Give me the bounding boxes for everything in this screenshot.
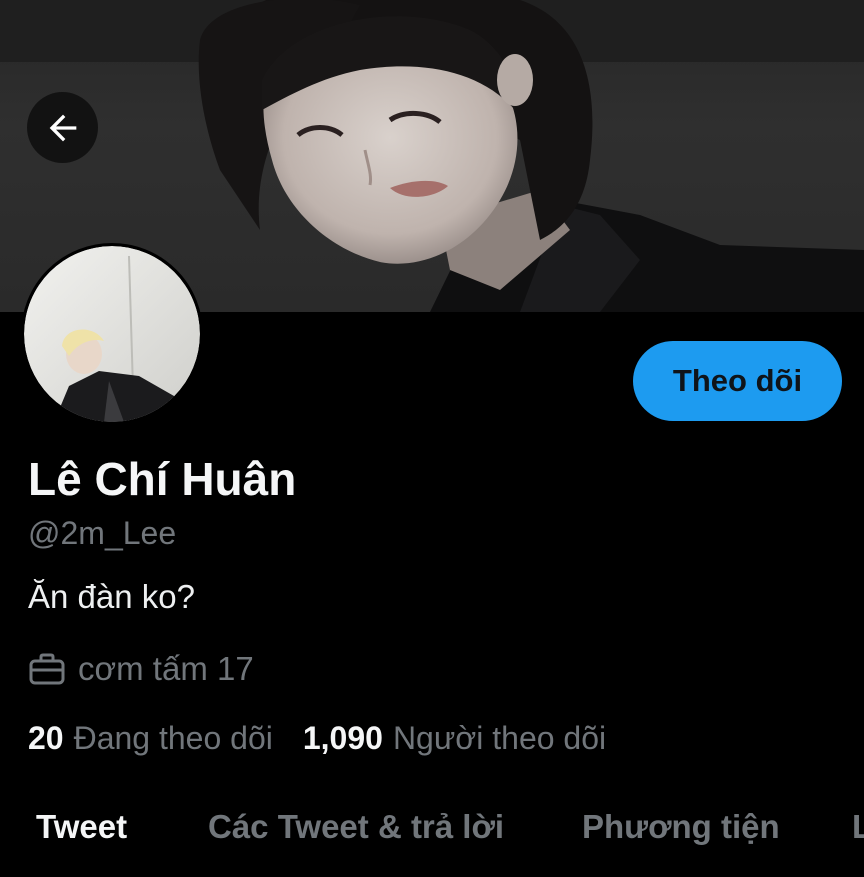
follow-button[interactable]: Theo dõi [633,341,842,421]
tab-media[interactable]: Phương tiện [582,808,780,846]
tab-tweet[interactable]: Tweet [36,808,127,846]
tab-tweets-replies[interactable]: Các Tweet & trả lời [208,808,504,846]
back-button[interactable] [27,92,98,163]
user-handle: @2m_Lee [28,515,177,551]
following-link[interactable]: 20 Đang theo dõi [28,720,273,757]
followers-count: 1,090 [302,720,383,756]
work-text: cơm tấm 17 [78,650,254,687]
briefcase-icon [29,653,65,685]
bio: Ăn đàn ko? [28,578,195,615]
profile-tabs: Tweet Các Tweet & trả lời Phương tiện L [0,808,864,877]
follow-stats: 20 Đang theo dõi 1,090 Người theo dõi [28,720,606,757]
followers-label: Người theo dõi [392,720,607,756]
work-info: cơm tấm 17 [28,650,254,688]
following-count: 20 [28,720,64,756]
following-label: Đang theo dõi [73,720,273,756]
avatar-image [24,246,200,422]
tab-likes[interactable]: L [852,808,864,846]
followers-link[interactable]: 1,090 Người theo dõi [303,720,606,757]
display-name: Lê Chí Huân [28,453,297,505]
avatar[interactable] [21,243,203,425]
arrow-left-icon [49,114,76,141]
